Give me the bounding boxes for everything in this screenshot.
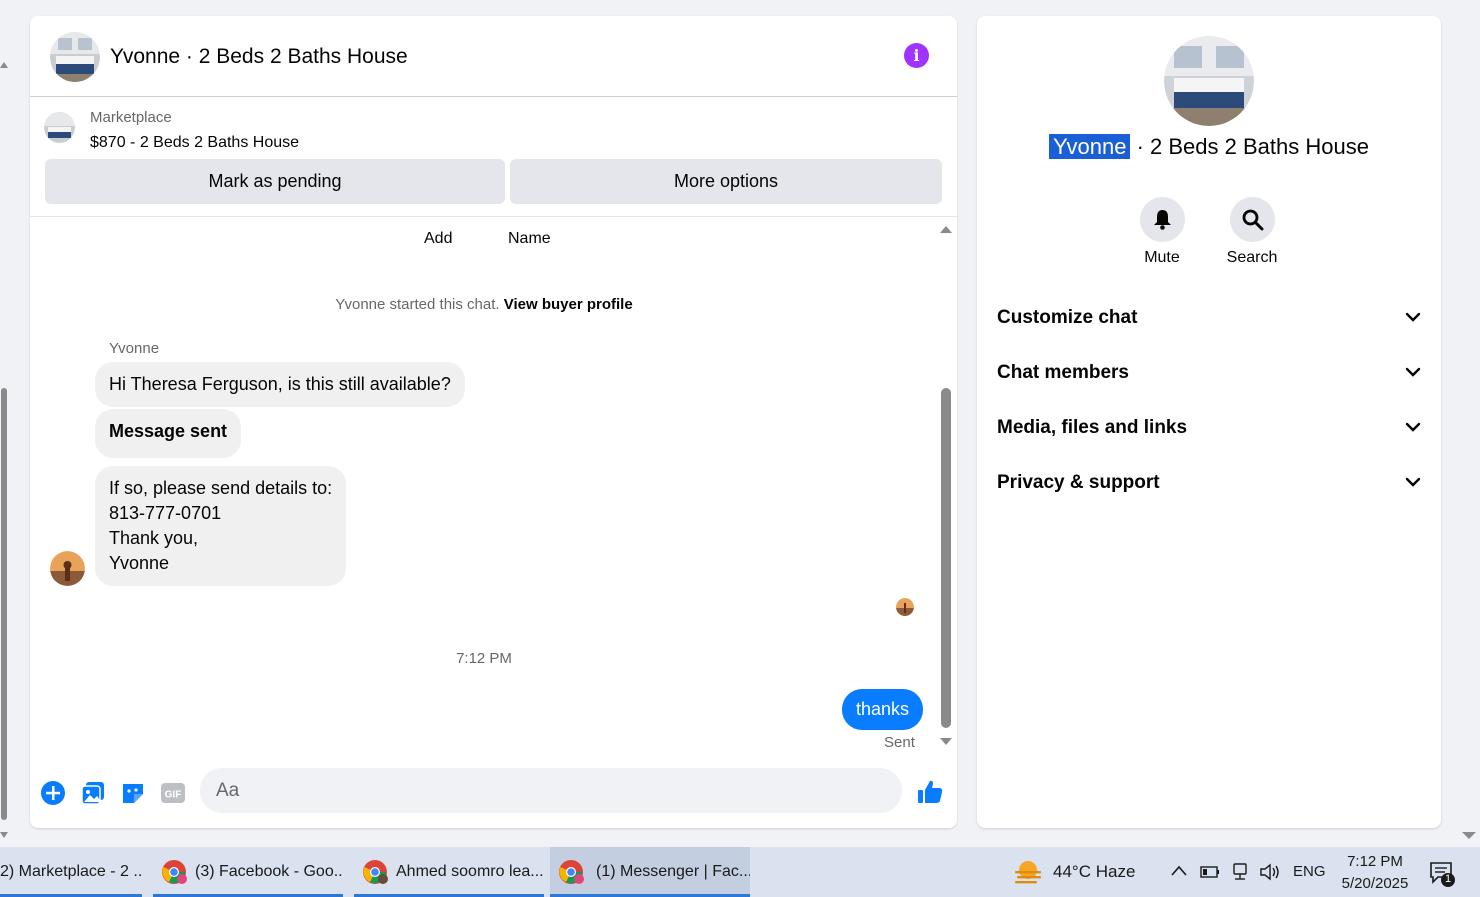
- section-privacy-support[interactable]: Privacy & support: [997, 472, 1421, 494]
- chat-title[interactable]: Yvonne · 2 Beds 2 Baths House: [110, 45, 408, 69]
- taskbar: 2) Marketplace - 2 ... (3) Facebook - Go…: [0, 847, 1480, 897]
- chevron-down-icon: [1405, 367, 1421, 377]
- scroll-thumb[interactable]: [1, 388, 7, 820]
- section-label: Customize chat: [997, 307, 1138, 328]
- image-icon[interactable]: [80, 780, 106, 806]
- thread-scroll-thumb[interactable]: [941, 388, 951, 728]
- taskbar-item-marketplace[interactable]: 2) Marketplace - 2 ...: [0, 847, 142, 897]
- gif-icon[interactable]: GIF: [160, 780, 186, 806]
- composer: GIF: [30, 758, 957, 828]
- more-options-button[interactable]: More options: [510, 159, 942, 204]
- chat-header: Yvonne · 2 Beds 2 Baths House i: [30, 16, 957, 97]
- volume-icon[interactable]: [1258, 861, 1282, 883]
- listing-avatar[interactable]: [50, 32, 100, 82]
- outgoing-message[interactable]: thanks: [842, 689, 924, 730]
- name-highlighted: Yvonne: [1049, 134, 1131, 159]
- search-icon: [1242, 209, 1264, 231]
- message-bubble[interactable]: Message sent: [95, 409, 242, 458]
- clock-time: 7:12 PM: [1347, 853, 1403, 870]
- chrome-icon: [363, 860, 388, 884]
- sticker-icon[interactable]: [120, 780, 146, 806]
- task-label: (1) Messenger | Fac...: [596, 863, 750, 880]
- section-label: Media, files and links: [997, 417, 1188, 438]
- chat-started-notice: Yvonne started this chat. View buyer pro…: [30, 296, 938, 313]
- chevron-down-icon: [1405, 422, 1421, 432]
- listing-card: Marketplace $870 - 2 Beds 2 Baths House …: [30, 97, 957, 217]
- name-rest: · 2 Beds 2 Baths House: [1130, 134, 1369, 159]
- mark-pending-button[interactable]: Mark as pending: [45, 159, 505, 204]
- message-line: If so, please send details to:: [109, 478, 333, 498]
- plus-icon[interactable]: [40, 780, 66, 806]
- clock[interactable]: 7:12 PM 5/20/2025: [1330, 851, 1420, 895]
- message-thread: Add Name Yvonne started this chat. View …: [30, 218, 957, 758]
- message-timestamp: 7:12 PM: [456, 650, 512, 667]
- section-media-files-links[interactable]: Media, files and links: [997, 417, 1421, 439]
- task-label: 2) Marketplace - 2 ...: [0, 863, 142, 880]
- message-input[interactable]: [200, 768, 840, 813]
- scroll-up-arrow[interactable]: [0, 62, 8, 68]
- section-label: Chat members: [997, 362, 1129, 383]
- chrome-icon: [162, 860, 187, 884]
- message-bubble[interactable]: If so, please send details to: 813-777-0…: [95, 466, 347, 586]
- message-line: Thank you,: [109, 528, 199, 548]
- taskbar-item-messenger[interactable]: (1) Messenger | Fac...: [550, 847, 750, 897]
- chat-details-panel: Yvonne · 2 Beds 2 Baths House Mute Searc…: [977, 16, 1441, 828]
- listing-price-title[interactable]: $870 - 2 Beds 2 Baths House: [90, 134, 299, 152]
- taskbar-item-ahmed[interactable]: Ahmed soomro lea...: [354, 847, 544, 897]
- chat-panel: Yvonne · 2 Beds 2 Baths House i Marketpl…: [30, 16, 957, 828]
- network-icon[interactable]: [1230, 861, 1250, 883]
- chevron-down-icon: [1405, 477, 1421, 487]
- view-buyer-profile-link[interactable]: View buyer profile: [504, 296, 633, 313]
- thread-scrollbar[interactable]: [938, 218, 954, 748]
- battery-icon[interactable]: [1199, 862, 1221, 882]
- scroll-down-arrow[interactable]: [0, 832, 8, 838]
- thread-scroll-up[interactable]: [940, 226, 952, 233]
- scroll-down-arrow-right[interactable]: [1462, 832, 1476, 839]
- taskbar-item-facebook[interactable]: (3) Facebook - Goo...: [153, 847, 343, 897]
- chrome-icon: [559, 860, 584, 884]
- weather-text[interactable]: 44°C Haze: [1053, 847, 1135, 897]
- chevron-up-icon[interactable]: [1170, 864, 1188, 878]
- sender-name: Yvonne: [109, 340, 160, 357]
- sender-avatar[interactable]: [50, 551, 85, 586]
- message-text: Message sent: [109, 421, 228, 441]
- clock-date: 5/20/2025: [1341, 875, 1409, 892]
- name-link[interactable]: Name: [508, 230, 551, 248]
- info-icon[interactable]: i: [904, 43, 929, 68]
- listing-source: Marketplace: [90, 109, 172, 126]
- thread-scroll-down[interactable]: [940, 738, 952, 745]
- message-bubble[interactable]: Hi Theresa Ferguson, is this still avail…: [95, 362, 465, 407]
- conversation-name: Yvonne · 2 Beds 2 Baths House: [977, 134, 1441, 160]
- notification-count: 1: [1444, 873, 1452, 885]
- message-line: 813-777-0701: [109, 503, 222, 523]
- sent-status: Sent: [884, 734, 915, 751]
- started-text: Yvonne started this chat.: [335, 296, 500, 313]
- weather-haze-icon[interactable]: [1012, 858, 1044, 886]
- language-indicator[interactable]: ENG: [1293, 847, 1326, 897]
- message-line: Yvonne: [109, 553, 170, 573]
- search-label: Search: [1226, 249, 1278, 266]
- search-button[interactable]: [1230, 197, 1275, 242]
- svg-text:GIF: GIF: [165, 790, 182, 801]
- seen-avatar: [896, 598, 914, 616]
- section-chat-members[interactable]: Chat members: [997, 362, 1421, 384]
- page-scrollbar[interactable]: [0, 0, 9, 847]
- like-icon[interactable]: [916, 778, 944, 806]
- bell-icon: [1154, 210, 1171, 230]
- task-label: (3) Facebook - Goo...: [195, 863, 343, 880]
- listing-photo[interactable]: [1164, 36, 1254, 126]
- message-text: Hi Theresa Ferguson, is this still avail…: [109, 374, 451, 394]
- chevron-down-icon: [1405, 312, 1421, 322]
- section-label: Privacy & support: [997, 472, 1160, 493]
- add-link[interactable]: Add: [424, 230, 452, 248]
- mute-button[interactable]: [1140, 197, 1185, 242]
- task-label: Ahmed soomro lea...: [396, 863, 544, 880]
- section-customize-chat[interactable]: Customize chat: [997, 307, 1421, 329]
- outgoing-text: thanks: [856, 699, 910, 719]
- message-input-box[interactable]: [200, 768, 902, 813]
- listing-thumbnail[interactable]: [44, 112, 75, 143]
- mute-label: Mute: [1144, 249, 1180, 266]
